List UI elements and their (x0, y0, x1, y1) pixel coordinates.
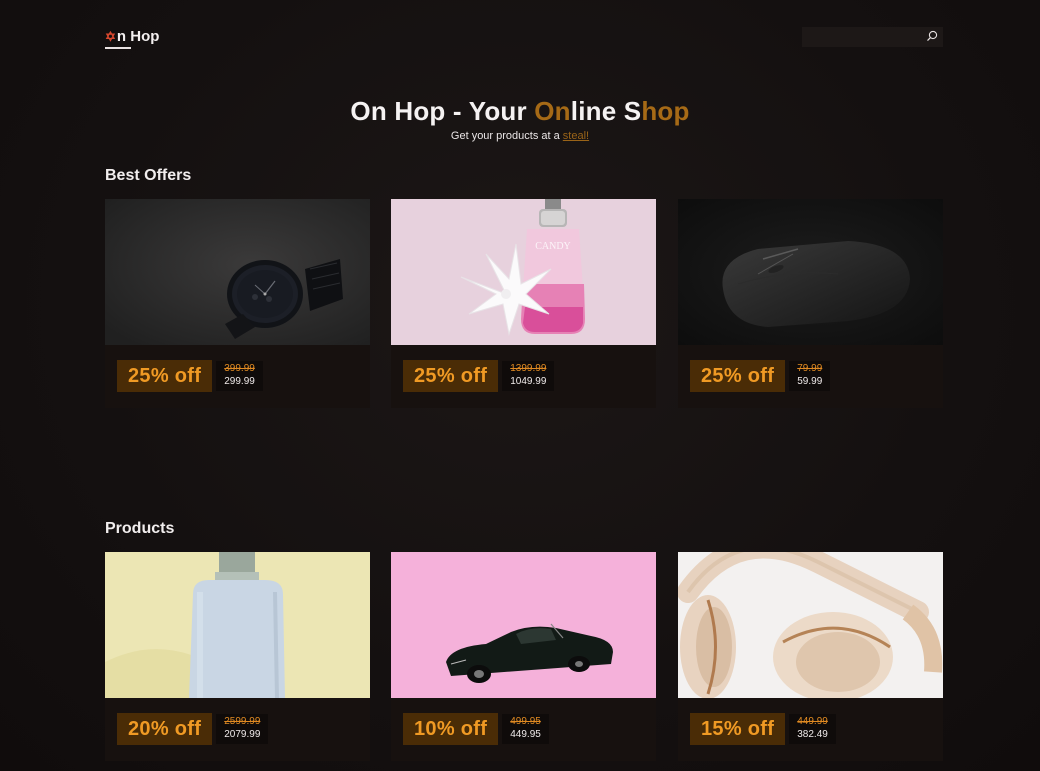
old-price: 79.99 (797, 363, 823, 374)
discount-badge: 10% off (403, 713, 499, 745)
discount-badge: 20% off (117, 713, 213, 745)
product-card-headphones[interactable]: 15% off 449.99 382.49 (678, 552, 943, 761)
price-box: 499.95 449.95 (502, 714, 549, 744)
logo-text: n Hop (116, 28, 160, 45)
price-box: 399.99 299.99 (216, 361, 263, 391)
new-price: 2079.99 (224, 729, 261, 740)
price-box: 449.99 382.49 (789, 714, 836, 744)
product-image-toy-car (391, 552, 656, 698)
product-card-toy-car[interactable]: 10% off 499.95 449.95 (391, 552, 656, 761)
search-box (802, 27, 943, 47)
product-image-headphones (678, 552, 943, 698)
discount-badge: 25% off (403, 360, 499, 392)
discount-badge: 25% off (117, 360, 213, 392)
product-card-perfume[interactable]: CANDY 25% off 1399.99 1049.99 (391, 199, 656, 408)
price-row: 20% off 2599.99 2079.99 (117, 713, 269, 745)
price-box: 2599.99 2079.99 (216, 714, 269, 744)
title-part: On (534, 96, 571, 126)
discount-badge: 25% off (690, 360, 786, 392)
old-price: 1399.99 (510, 363, 547, 374)
logo-underline (105, 47, 131, 49)
old-price: 2599.99 (224, 716, 261, 727)
price-box: 1399.99 1049.99 (502, 361, 555, 391)
title-part: S (623, 96, 642, 126)
product-image-cologne (105, 552, 370, 698)
site-header: ✡ n Hop (105, 26, 943, 49)
product-image-perfume: CANDY (391, 199, 656, 345)
svg-text:CANDY: CANDY (535, 241, 571, 252)
star-icon: ✡ (105, 28, 116, 44)
title-part: line (570, 96, 624, 126)
new-price: 59.99 (797, 376, 823, 387)
price-row: 15% off 449.99 382.49 (690, 713, 836, 745)
new-price: 299.99 (224, 376, 255, 387)
best-offers-title: Best Offers (105, 167, 192, 184)
new-price: 449.95 (510, 729, 541, 740)
old-price: 399.99 (224, 363, 255, 374)
new-price: 382.49 (797, 729, 828, 740)
old-price: 449.99 (797, 716, 828, 727)
title-part: On Hop - Your (350, 96, 535, 126)
search-input[interactable] (802, 27, 922, 47)
discount-badge: 15% off (690, 713, 786, 745)
subtitle-text: Get your products at a (450, 130, 563, 142)
title-part: hop (641, 96, 690, 126)
old-price: 499.95 (510, 716, 541, 727)
steal-link[interactable]: steal! (563, 130, 589, 142)
product-card-watch[interactable]: 25% off 399.99 299.99 (105, 199, 370, 408)
products-title: Products (105, 520, 175, 537)
search-icon[interactable] (926, 30, 938, 42)
page-subtitle: Get your products at a steal! (0, 130, 1040, 142)
page-title: On Hop - Your Online Shop (0, 96, 1040, 127)
product-image-watch (105, 199, 370, 345)
site-logo[interactable]: ✡ n Hop (105, 28, 160, 49)
product-card-mouse[interactable]: 25% off 79.99 59.99 (678, 199, 943, 408)
price-box: 79.99 59.99 (789, 361, 831, 391)
price-row: 10% off 499.95 449.95 (403, 713, 549, 745)
product-card-cologne[interactable]: 20% off 2599.99 2079.99 (105, 552, 370, 761)
product-image-mouse (678, 199, 943, 345)
new-price: 1049.99 (510, 376, 547, 387)
price-row: 25% off 399.99 299.99 (117, 360, 263, 392)
price-row: 25% off 1399.99 1049.99 (403, 360, 555, 392)
price-row: 25% off 79.99 59.99 (690, 360, 831, 392)
